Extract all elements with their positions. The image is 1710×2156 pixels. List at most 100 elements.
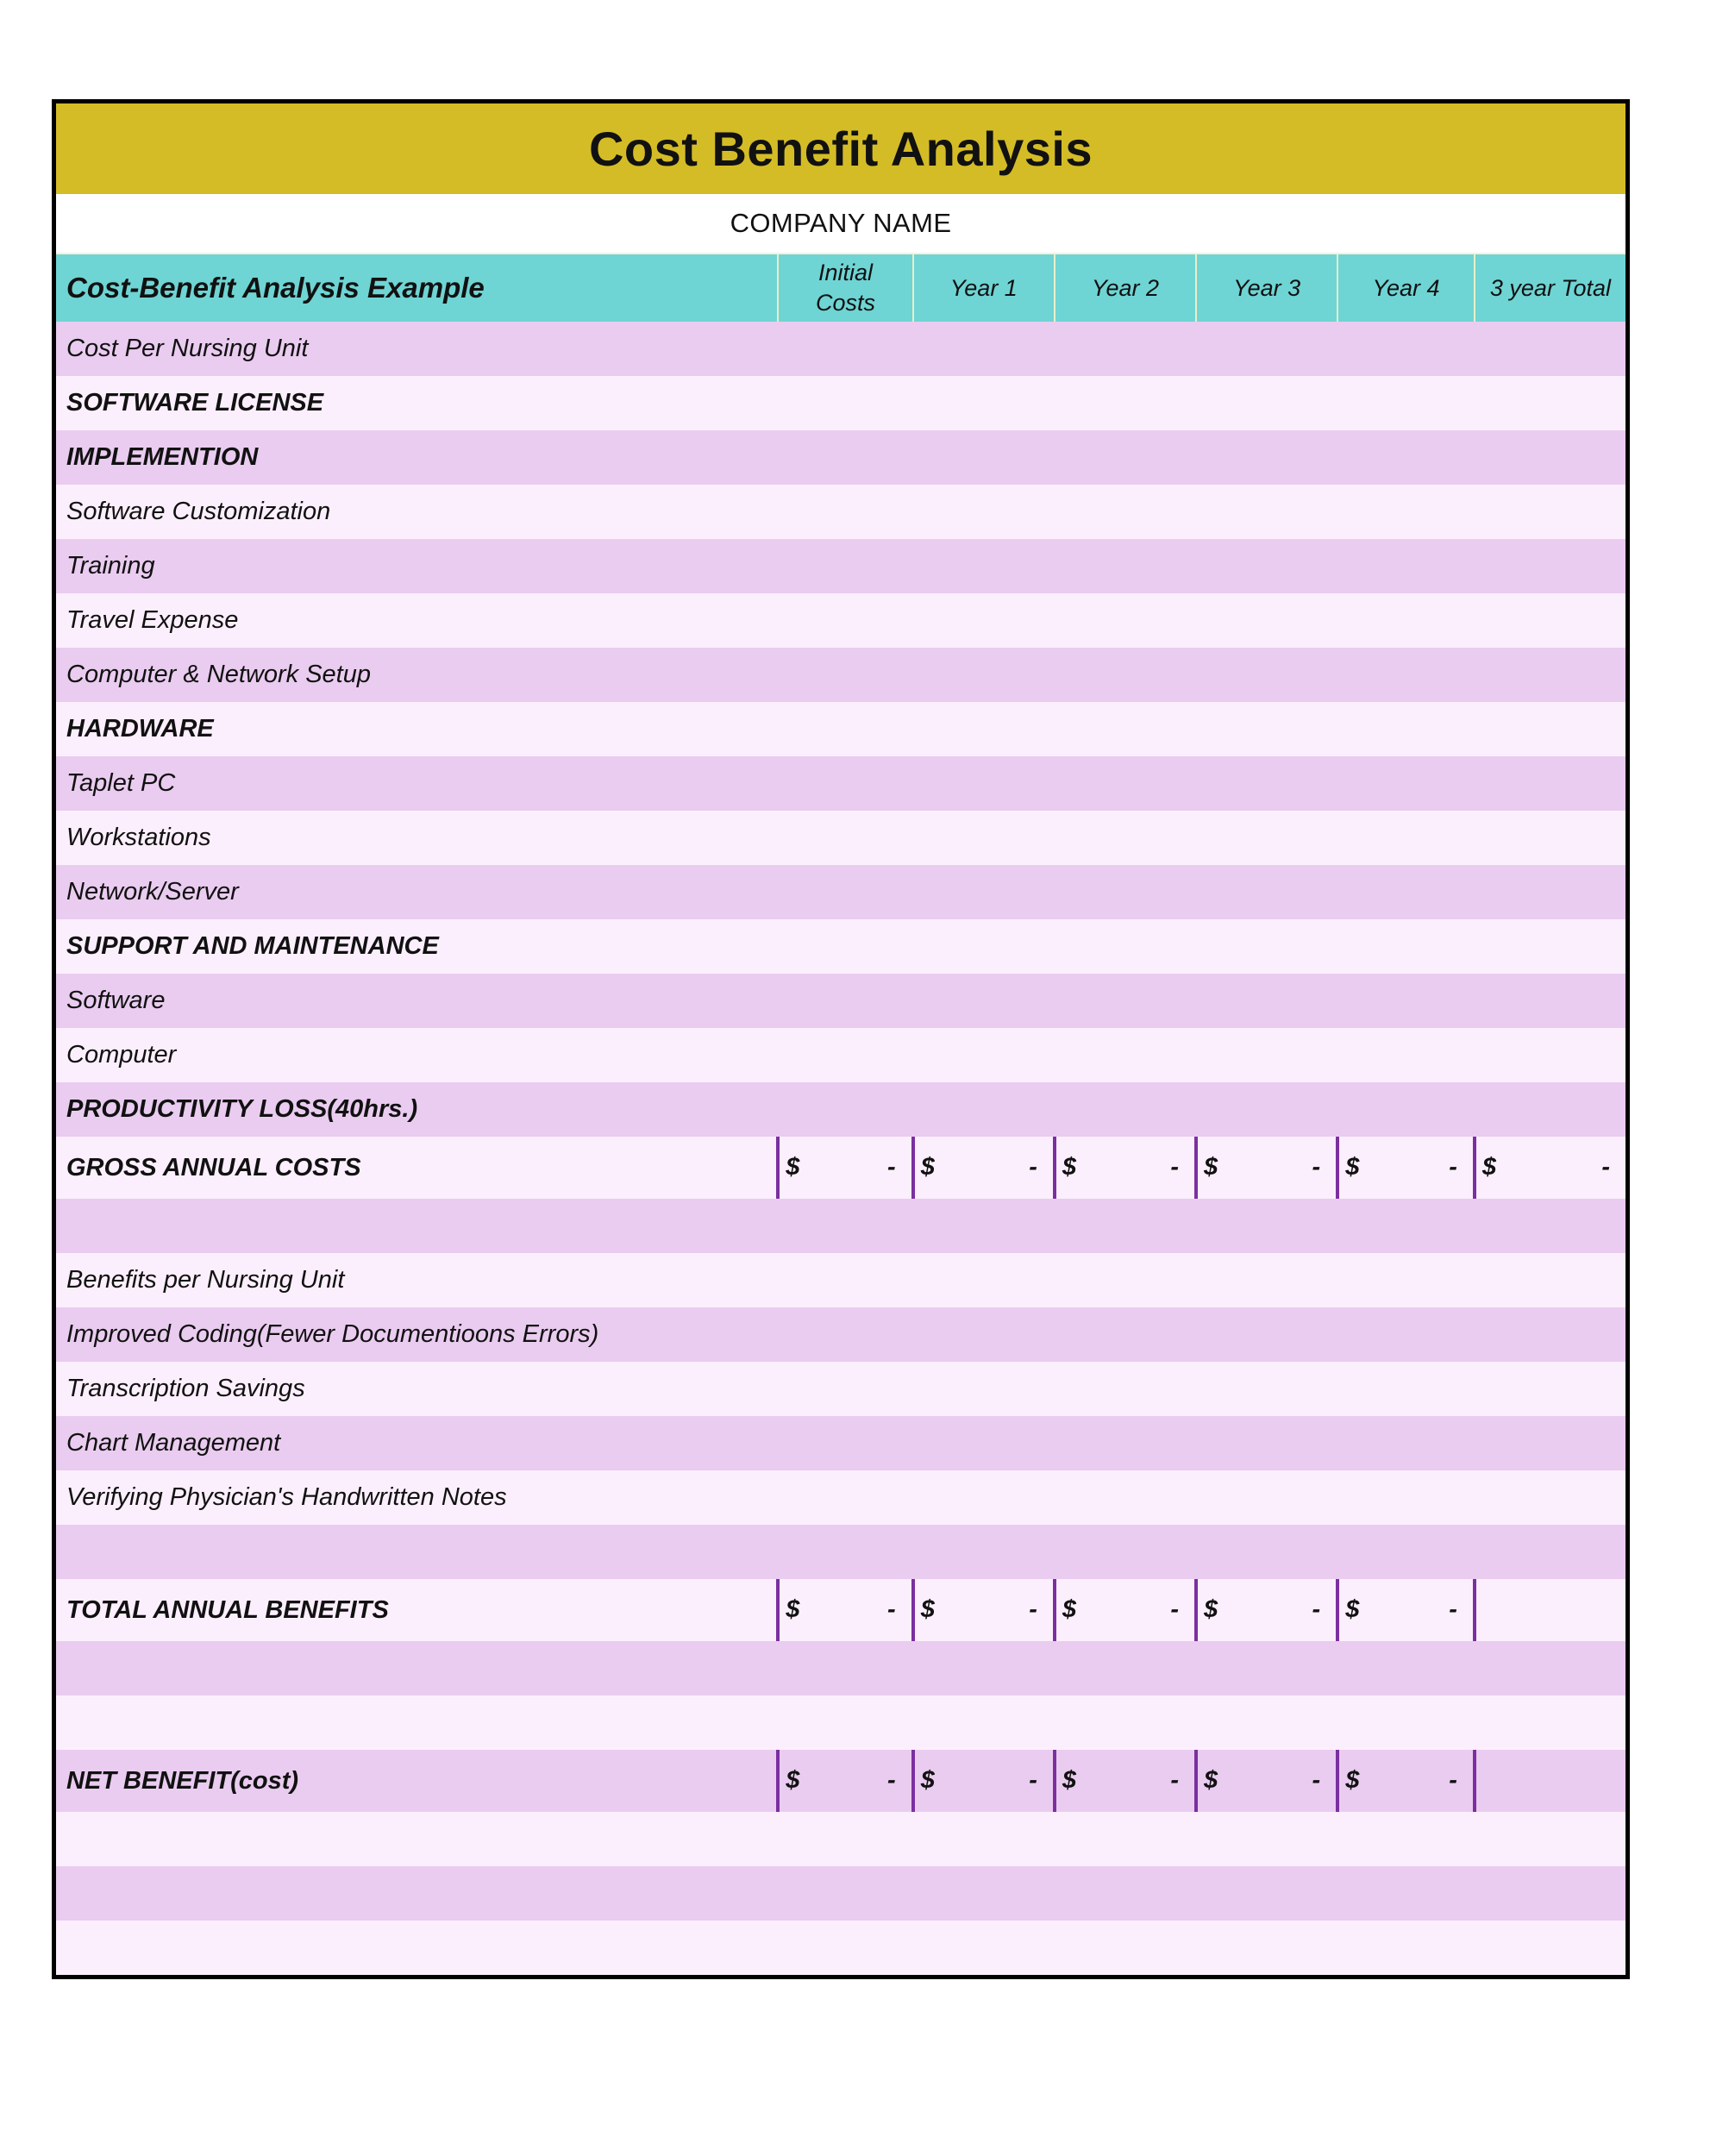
row-value-cell[interactable] bbox=[912, 1921, 1055, 1975]
row-value-cell[interactable] bbox=[912, 702, 1055, 756]
row-value-cell[interactable] bbox=[1196, 1028, 1338, 1082]
row-value-cell[interactable] bbox=[1337, 430, 1475, 485]
row-value-cell[interactable]: $ - bbox=[1194, 1137, 1338, 1199]
row-value-cell[interactable] bbox=[1337, 1199, 1475, 1253]
row-value-cell[interactable] bbox=[912, 1866, 1055, 1921]
column-header-year-1[interactable]: Year 1 bbox=[912, 254, 1055, 322]
row-value-cell[interactable] bbox=[1474, 539, 1625, 593]
row-value-cell[interactable] bbox=[1054, 1199, 1197, 1253]
table-row[interactable]: Computer & Network Setup bbox=[56, 648, 1625, 702]
row-value-cell[interactable] bbox=[912, 1199, 1055, 1253]
row-value-cell[interactable] bbox=[1474, 593, 1625, 648]
row-value-cell[interactable] bbox=[912, 1416, 1055, 1470]
row-value-cell[interactable] bbox=[1337, 1082, 1475, 1137]
row-value-cell[interactable] bbox=[778, 702, 913, 756]
row-value-cell[interactable] bbox=[1474, 865, 1625, 919]
row-value-cell[interactable] bbox=[1054, 1253, 1197, 1307]
table-row[interactable]: Software Customization bbox=[56, 485, 1625, 539]
row-value-cell[interactable] bbox=[912, 376, 1055, 430]
row-value-cell[interactable] bbox=[912, 430, 1055, 485]
row-value-cell[interactable] bbox=[1196, 974, 1338, 1028]
row-value-cell[interactable] bbox=[1474, 322, 1625, 376]
row-value-cell[interactable] bbox=[1054, 1812, 1197, 1866]
row-value-cell[interactable] bbox=[1337, 1812, 1475, 1866]
row-value-cell[interactable] bbox=[1474, 1362, 1625, 1416]
row-value-cell[interactable] bbox=[1054, 702, 1197, 756]
row-value-cell[interactable] bbox=[1337, 1253, 1475, 1307]
table-row[interactable] bbox=[56, 1199, 1625, 1253]
table-row[interactable]: Software bbox=[56, 974, 1625, 1028]
table-row[interactable]: Cost Per Nursing Unit bbox=[56, 322, 1625, 376]
table-row[interactable]: GROSS ANNUAL COSTS $ - $ - $ - $ - $ - $ - bbox=[56, 1137, 1625, 1199]
table-row[interactable]: Computer bbox=[56, 1028, 1625, 1082]
row-value-cell[interactable] bbox=[1054, 1695, 1197, 1750]
row-value-cell[interactable] bbox=[1054, 539, 1197, 593]
row-value-cell[interactable] bbox=[912, 485, 1055, 539]
row-value-cell[interactable] bbox=[1337, 919, 1475, 974]
row-value-cell[interactable] bbox=[778, 1253, 913, 1307]
row-value-cell[interactable] bbox=[912, 756, 1055, 811]
row-value-cell[interactable] bbox=[1474, 1416, 1625, 1470]
row-value-cell[interactable] bbox=[1054, 648, 1197, 702]
row-value-cell[interactable] bbox=[778, 1695, 913, 1750]
row-value-cell[interactable] bbox=[778, 1921, 913, 1975]
row-value-cell[interactable] bbox=[1196, 376, 1338, 430]
table-row[interactable] bbox=[56, 1525, 1625, 1579]
row-value-cell[interactable] bbox=[1196, 811, 1338, 865]
row-value-cell[interactable] bbox=[1337, 376, 1475, 430]
row-value-cell[interactable] bbox=[1196, 430, 1338, 485]
table-row[interactable]: Travel Expense bbox=[56, 593, 1625, 648]
row-value-cell[interactable] bbox=[1474, 1253, 1625, 1307]
row-value-cell[interactable] bbox=[1337, 1362, 1475, 1416]
row-value-cell[interactable] bbox=[912, 1695, 1055, 1750]
row-value-cell[interactable] bbox=[912, 1525, 1055, 1579]
table-row[interactable]: Improved Coding(Fewer Documentioons Erro… bbox=[56, 1307, 1625, 1362]
row-value-cell[interactable] bbox=[1054, 865, 1197, 919]
row-value-cell[interactable]: $ - bbox=[911, 1579, 1055, 1641]
row-value-cell[interactable] bbox=[912, 974, 1055, 1028]
row-value-cell[interactable] bbox=[1337, 1921, 1475, 1975]
row-value-cell[interactable] bbox=[778, 648, 913, 702]
table-row[interactable]: Taplet PC bbox=[56, 756, 1625, 811]
row-value-cell[interactable] bbox=[778, 1416, 913, 1470]
row-value-cell[interactable] bbox=[1337, 756, 1475, 811]
row-value-cell[interactable] bbox=[778, 865, 913, 919]
table-row[interactable]: Transcription Savings bbox=[56, 1362, 1625, 1416]
row-value-cell[interactable] bbox=[1474, 1470, 1625, 1525]
table-row[interactable]: Benefits per Nursing Unit bbox=[56, 1253, 1625, 1307]
row-value-cell[interactable] bbox=[778, 1199, 913, 1253]
row-value-cell[interactable] bbox=[912, 648, 1055, 702]
row-value-cell[interactable] bbox=[1054, 322, 1197, 376]
row-value-cell[interactable]: $ - bbox=[911, 1137, 1055, 1199]
table-row[interactable]: NET BENEFIT(cost) $ - $ - $ - $ - $ - bbox=[56, 1750, 1625, 1812]
row-value-cell[interactable] bbox=[1474, 756, 1625, 811]
row-value-cell[interactable] bbox=[778, 1082, 913, 1137]
row-value-cell[interactable] bbox=[1054, 1525, 1197, 1579]
row-value-cell[interactable] bbox=[1337, 1641, 1475, 1695]
row-value-cell[interactable] bbox=[1474, 1307, 1625, 1362]
row-value-cell[interactable] bbox=[1054, 1307, 1197, 1362]
row-value-cell[interactable]: $ - bbox=[776, 1579, 913, 1641]
row-value-cell[interactable] bbox=[1196, 756, 1338, 811]
column-header-year-3[interactable]: Year 3 bbox=[1196, 254, 1339, 322]
table-row[interactable]: Network/Server bbox=[56, 865, 1625, 919]
row-value-cell[interactable] bbox=[778, 919, 913, 974]
row-value-cell[interactable] bbox=[912, 322, 1055, 376]
row-value-cell[interactable] bbox=[1337, 974, 1475, 1028]
row-value-cell[interactable] bbox=[1474, 430, 1625, 485]
row-value-cell[interactable] bbox=[1054, 430, 1197, 485]
table-row[interactable] bbox=[56, 1866, 1625, 1921]
row-value-cell[interactable]: $ - bbox=[911, 1750, 1055, 1812]
row-value-cell[interactable] bbox=[778, 756, 913, 811]
row-value-cell[interactable] bbox=[1474, 485, 1625, 539]
table-row[interactable] bbox=[56, 1695, 1625, 1750]
row-value-cell[interactable] bbox=[1337, 1695, 1475, 1750]
row-value-cell[interactable] bbox=[1196, 865, 1338, 919]
row-value-cell[interactable] bbox=[778, 1028, 913, 1082]
row-value-cell[interactable] bbox=[1196, 1082, 1338, 1137]
row-value-cell[interactable] bbox=[778, 485, 913, 539]
row-value-cell[interactable] bbox=[1474, 1695, 1625, 1750]
column-header-initial-costs[interactable]: Initial Costs bbox=[778, 254, 914, 322]
row-value-cell[interactable] bbox=[1054, 1470, 1197, 1525]
row-value-cell[interactable] bbox=[1054, 974, 1197, 1028]
